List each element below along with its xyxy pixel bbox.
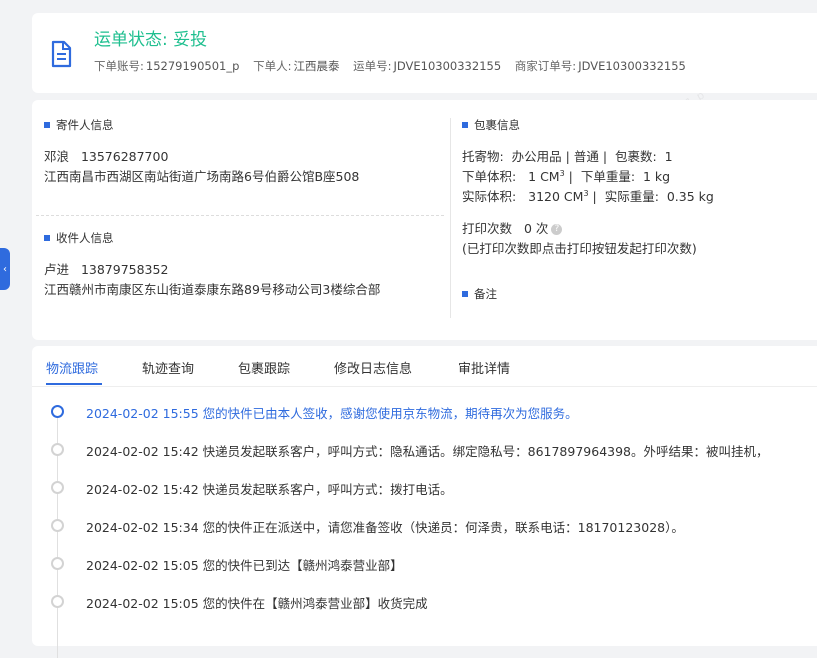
chevron-left-icon: ‹	[3, 263, 7, 275]
orderer: 江西晨泰	[293, 59, 340, 73]
tab-package-tracking[interactable]: 包裹跟踪	[238, 358, 290, 377]
merchant-order-label: 商家订单号:	[514, 59, 577, 73]
order-account: 15279190501_p	[145, 59, 240, 73]
receiver-contact: 卢进 13879758352	[44, 259, 168, 278]
order-volume-row: 下单体积: 1 CM3 | 下单重量: 1 kg	[462, 168, 671, 184]
tab-approval-details[interactable]: 审批详情	[458, 358, 510, 377]
status-value: 妥投	[173, 30, 208, 50]
actual-weight: 0.35 kg	[666, 189, 714, 204]
sender-address: 江西南昌市西湖区南站街道广场南路6号伯爵公馆B座508	[44, 169, 360, 184]
tab-logistics-tracking[interactable]: 物流跟踪	[46, 358, 98, 377]
orderer-label: 下单人:	[253, 59, 292, 73]
timeline-dot	[51, 557, 64, 570]
waybill-header-card: 运单状态: 妥投 下单账号: 15279190501_p 下单人: 江西晨泰 运单号…	[32, 13, 817, 93]
tracking-tabs: 物流跟踪 轨迹查询 包裹跟踪 修改日志信息 审批详情	[32, 346, 817, 387]
receiver-section-title: 收件人信息	[44, 230, 114, 246]
order-volume-label: 下单体积:	[462, 169, 517, 184]
timeline-item: 2024-02-02 15:05 您的快件已到达【赣州鸿泰营业部】	[86, 558, 403, 573]
print-count: 0 次	[523, 221, 549, 236]
timeline-item: 2024-02-02 15:42 快递员发起联系客户，呼叫方式：拨打电话。	[86, 482, 453, 497]
order-weight: 1 kg	[643, 169, 671, 184]
timeline-dot	[51, 443, 64, 456]
help-icon[interactable]: ?	[551, 224, 563, 235]
print-count-note: (已打印次数即点击打印按钮发起打印次数)	[462, 241, 697, 256]
package-section-title: 包裹信息	[462, 117, 520, 133]
sender-name: 邓浪	[44, 149, 70, 164]
timeline-dot-active	[51, 405, 64, 418]
tab-modification-log[interactable]: 修改日志信息	[334, 358, 412, 377]
shipment-info-card: 寄件人信息 邓浪 13576287700 江西南昌市西湖区南站街道广场南路6号伯…	[32, 100, 817, 340]
order-weight-label: 下单重量:	[580, 169, 636, 184]
package-count-label: 包裹数:	[614, 149, 657, 164]
actual-volume-label: 实际体积:	[462, 189, 517, 204]
timeline-dot	[51, 481, 64, 494]
waybill-meta: 下单账号: 15279190501_p 下单人: 江西晨泰 运单号: JDVE1030…	[94, 58, 696, 74]
timeline-item: 2024-02-02 15:42 快递员发起联系客户，呼叫方式：隐私通话。绑定隐…	[86, 444, 769, 459]
sender-contact: 邓浪 13576287700	[44, 146, 168, 165]
timeline-item: 2024-02-02 15:34 您的快件正在派送中，请您准备签收（快递员：何泽…	[86, 520, 684, 535]
sender-section-title: 寄件人信息	[44, 117, 114, 133]
sender-phone: 13576287700	[80, 149, 169, 164]
waybill-status: 运单状态: 妥投	[94, 25, 207, 50]
merchant-order-number: JDVE10300332155	[578, 59, 686, 73]
active-tab-indicator	[46, 383, 102, 385]
goods-value: 办公用品 | 普通	[511, 149, 599, 164]
divider	[36, 215, 444, 216]
receiver-name: 卢进	[44, 262, 70, 277]
actual-weight-label: 实际重量:	[604, 189, 659, 204]
timeline-item: 2024-02-02 15:55 您的快件已由本人签收，感谢您使用京东物流，期待…	[86, 406, 578, 421]
package-goods-row: 托寄物: 办公用品 | 普通 | 包裹数: 1	[462, 149, 673, 164]
divider	[450, 118, 451, 318]
document-icon	[51, 40, 72, 68]
status-label: 运单状态:	[94, 30, 168, 50]
goods-label: 托寄物:	[462, 149, 504, 164]
tracking-card: 物流跟踪 轨迹查询 包裹跟踪 修改日志信息 审批详情 2024-02-02 15…	[32, 346, 817, 658]
timeline-dot	[51, 595, 64, 608]
timeline-dot	[51, 519, 64, 532]
print-count-row: 打印次数 0 次?	[462, 218, 563, 237]
order-volume: 1 CM	[528, 169, 560, 184]
actual-volume-row: 实际体积: 3120 CM3 | 实际重量: 0.35 kg	[462, 188, 714, 204]
tab-trajectory-query[interactable]: 轨迹查询	[142, 358, 194, 377]
waybill-label: 运单号:	[353, 59, 392, 73]
timeline-item: 2024-02-02 15:05 您的快件在【赣州鸿泰营业部】收货完成	[86, 596, 428, 611]
package-count: 1	[664, 149, 673, 164]
receiver-address: 江西赣州市南康区东山街道泰康东路89号移动公司3楼综合部	[44, 282, 381, 297]
sidebar-collapse-button[interactable]: ‹	[0, 248, 10, 290]
actual-volume: 3120 CM	[528, 189, 584, 204]
remarks-section-title: 备注	[462, 286, 497, 302]
waybill-number: JDVE10300332155	[393, 59, 502, 73]
print-count-label: 打印次数	[462, 221, 513, 236]
receiver-phone: 13879758352	[80, 262, 169, 277]
order-account-label: 下单账号:	[94, 59, 144, 73]
